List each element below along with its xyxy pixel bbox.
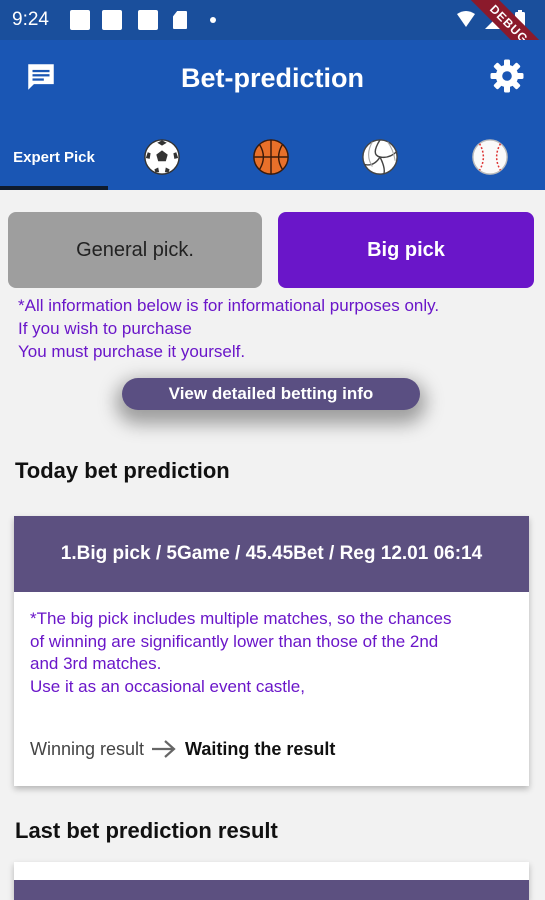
more-notifications-dot — [210, 17, 216, 23]
view-detailed-info-button[interactable]: View detailed betting info — [122, 378, 420, 410]
notification-icon — [138, 10, 158, 30]
status-bar: 9:24 DEBUG — [0, 0, 545, 81]
page-title: Bet-prediction — [180, 63, 364, 93]
winning-result-row: Winning result Waiting the result — [30, 738, 335, 760]
card-description: *The big pick includes multiple matches,… — [14, 592, 529, 698]
disclaimer-line: *All information below is for informatio… — [18, 296, 440, 315]
description-line: *The big pick includes multiple matches,… — [30, 609, 452, 628]
disclaimer-line: You must purchase it yourself. — [18, 342, 246, 361]
big-pick-button[interactable]: Big pick — [278, 212, 534, 288]
card-title: 1.Big pick / 5Game / 45.45Bet / Reg 12.0… — [14, 516, 529, 592]
baseball-icon — [471, 139, 508, 175]
volleyball-icon — [362, 139, 398, 175]
today-section-title: Today bet prediction — [15, 458, 230, 483]
tab-soccer[interactable] — [108, 124, 216, 190]
today-prediction-card[interactable]: 1.Big pick / 5Game / 45.45Bet / Reg 12.0… — [14, 516, 529, 786]
tab-expert-pick[interactable]: Expert Pick — [0, 124, 108, 190]
main-content: General pick. Big pick *All information … — [0, 190, 545, 900]
notification-icon — [102, 10, 122, 30]
disclaimer-line: If you wish to purchase — [18, 319, 192, 338]
tab-label: Expert Pick — [13, 148, 95, 166]
general-pick-button[interactable]: General pick. — [8, 212, 262, 288]
description-line: of winning are significantly lower than … — [30, 631, 439, 651]
sd-card-icon — [173, 11, 187, 29]
tab-volleyball[interactable] — [326, 124, 434, 190]
last-section-title: Last bet prediction result — [15, 818, 278, 843]
wifi-icon — [457, 11, 475, 27]
disclaimer-text: *All information below is for informatio… — [18, 294, 538, 363]
tab-baseball[interactable] — [434, 124, 545, 190]
sport-tabs: Expert Pick — [0, 124, 545, 190]
basketball-icon — [253, 139, 289, 175]
tab-basketball[interactable] — [216, 124, 326, 190]
app-bar: Bet-prediction Expert Pick — [0, 40, 545, 190]
description-line: and 3rd matches. — [30, 654, 162, 673]
card-header — [14, 880, 529, 900]
last-result-card[interactable] — [14, 862, 529, 900]
soccer-ball-icon — [144, 139, 180, 175]
notification-icon — [70, 10, 90, 30]
arrow-right-icon — [152, 740, 176, 758]
gear-icon[interactable] — [489, 58, 525, 94]
description-line: Use it as an occasional event castle, — [30, 676, 305, 696]
status-time: 9:24 — [12, 9, 49, 30]
result-label: Winning result — [30, 738, 145, 759]
result-value: Waiting the result — [185, 738, 336, 759]
